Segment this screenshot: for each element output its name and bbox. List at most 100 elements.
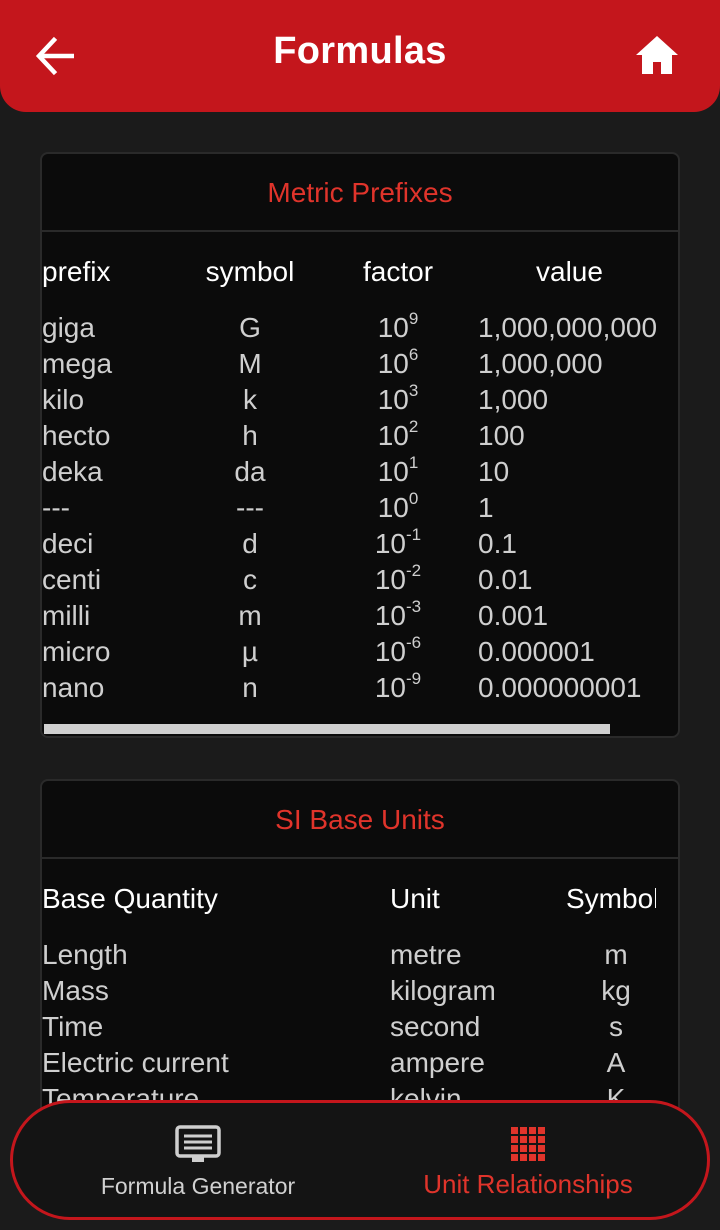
cell-factor: 102 [348, 417, 448, 452]
app-screen: Formulas Metric Prefixes prefix symbol f… [0, 0, 720, 1230]
cell-value: 10 [478, 456, 510, 487]
home-icon [636, 36, 678, 74]
cell-value: 0.1 [478, 528, 517, 559]
cell-symbol: kg [601, 975, 631, 1006]
metric-prefixes-title: Metric Prefixes [42, 154, 678, 232]
factor-exponent: -2 [406, 561, 422, 580]
si-base-units-card: SI Base Units Base Quantity Unit Symbol … [40, 779, 680, 1139]
cell-prefix: mega [42, 348, 113, 379]
table-row: Electric current ampere A [42, 1047, 656, 1083]
factor-exponent: 0 [408, 489, 419, 508]
factor-base: 10 [377, 384, 409, 415]
si-base-units-viewport: Base Quantity Unit Symbol Length metre m Ma… [42, 859, 656, 1137]
factor-exponent: 2 [408, 417, 419, 436]
table-row: micro µ 10-6 0.000001 [42, 633, 656, 672]
factor-base: 10 [377, 456, 409, 487]
si-base-units-table[interactable]: Base Quantity Unit Symbol Length metre m Ma… [42, 859, 678, 1137]
home-button[interactable] [634, 34, 680, 76]
cell-factor: 10-1 [348, 525, 448, 560]
cell-value: 1,000,000,000 [478, 312, 656, 343]
cell-factor: 106 [348, 345, 448, 380]
cell-prefix: hecto [42, 420, 111, 451]
cell-prefix: nano [42, 672, 105, 703]
cell-symbol: G [239, 312, 261, 343]
cell-symbol: m [604, 939, 628, 970]
cell-symbol: M [238, 348, 262, 379]
cell-factor: 100 [348, 489, 448, 524]
cell-prefix: deci [42, 528, 94, 559]
cell-value: 1,000 [478, 384, 549, 415]
horizontal-scrollbar[interactable] [44, 724, 610, 734]
app-header: Formulas [0, 0, 720, 112]
cell-symbol: n [242, 672, 258, 703]
cell-prefix: centi [42, 564, 102, 595]
column-header-symbol: Symbol [566, 883, 656, 914]
cell-symbol: --- [236, 492, 264, 523]
table-row: deci d 10-1 0.1 [42, 525, 656, 564]
factor-exponent: -1 [406, 525, 422, 544]
nav-formula-generator-label: Formula Generator [100, 1173, 296, 1199]
cell-symbol: h [242, 420, 258, 451]
table-row: Time second s [42, 1011, 656, 1047]
cell-symbol: m [238, 600, 262, 631]
table-row: deka da 101 10 [42, 453, 656, 492]
table-header: prefix symbol factor value [42, 232, 656, 312]
column-header-prefix: prefix [42, 256, 111, 287]
metric-prefixes-card: Metric Prefixes prefix symbol factor val… [40, 152, 680, 738]
factor-exponent: 6 [408, 345, 419, 364]
formula-generator-icon [175, 1125, 221, 1162]
si-base-units-title: SI Base Units [42, 781, 678, 859]
page-title: Formulas [273, 30, 447, 72]
factor-base: 10 [374, 636, 407, 667]
factor-base: 10 [374, 672, 407, 703]
cell-value: 100 [478, 420, 525, 451]
bottom-navigation: Formula Generator Unit Relationships [10, 1100, 710, 1220]
cell-prefix: giga [42, 312, 95, 343]
si-base-units-rows: Length metre m Mass kilogram kg Time second s Ele… [42, 939, 656, 1119]
metric-prefixes-table[interactable]: prefix symbol factor value giga G 109 1,000… [42, 232, 678, 736]
cell-factor: 109 [348, 309, 448, 344]
cell-unit: ampere [390, 1047, 485, 1078]
cell-factor: 10-9 [348, 669, 448, 704]
cell-symbol: s [609, 1011, 623, 1042]
column-header-value: value [536, 256, 603, 287]
grid-icon [511, 1127, 545, 1161]
cell-value: 0.000001 [478, 636, 595, 667]
factor-base: 10 [377, 492, 409, 523]
column-header-factor: factor [362, 256, 434, 287]
factor-exponent: -6 [406, 633, 422, 652]
factor-exponent: -3 [406, 597, 422, 616]
factor-exponent: -9 [406, 669, 422, 688]
factor-exponent: 9 [408, 309, 419, 328]
cell-unit: kilogram [390, 975, 496, 1006]
column-header-symbol: symbol [205, 256, 295, 287]
cell-symbol: d [242, 528, 258, 559]
cell-factor: 101 [348, 453, 448, 488]
cell-symbol: A [606, 1047, 626, 1078]
table-row: hecto h 102 100 [42, 417, 656, 456]
table-row: kilo k 103 1,000 [42, 381, 656, 420]
cell-base-quantity: Electric current [42, 1047, 229, 1078]
cell-factor: 10-6 [348, 633, 448, 668]
cell-base-quantity: Length [42, 939, 128, 970]
nav-formula-generator[interactable]: Formula Generator [33, 1103, 363, 1217]
cell-prefix: kilo [42, 384, 85, 415]
table-row: --- --- 100 1 [42, 489, 656, 528]
factor-base: 10 [377, 420, 409, 451]
factor-base: 10 [377, 348, 409, 379]
table-row: Mass kilogram kg [42, 975, 656, 1011]
table-row: milli m 10-3 0.001 [42, 597, 656, 636]
column-header-unit: Unit [390, 883, 440, 914]
cell-factor: 10-2 [348, 561, 448, 596]
metric-prefixes-viewport: prefix symbol factor value giga G 109 1,000… [42, 232, 656, 736]
cell-factor: 103 [348, 381, 448, 416]
cell-symbol: c [243, 564, 257, 595]
cell-unit: metre [390, 939, 462, 970]
table-row: mega M 106 1,000,000 [42, 345, 656, 384]
factor-base: 10 [374, 564, 407, 595]
factor-base: 10 [374, 528, 407, 559]
nav-unit-relationships[interactable]: Unit Relationships [363, 1103, 693, 1217]
cell-value: 1,000,000 [478, 348, 603, 379]
cell-symbol: da [234, 456, 266, 487]
cell-value: 1 [478, 492, 494, 523]
